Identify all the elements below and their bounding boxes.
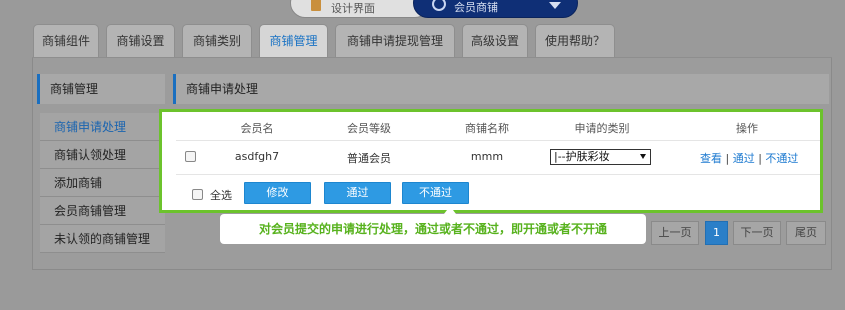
help-tooltip: 对会员提交的申请进行处理，通过或者不通过，即开通或者不开通 <box>220 206 646 244</box>
member-level: 普通会员 <box>347 152 391 165</box>
member-name: asdfgh7 <box>234 150 280 163</box>
tab-shop-settings[interactable]: 商铺设置 <box>106 24 175 57</box>
category-select[interactable]: |--护肤彩妆 <box>550 149 651 165</box>
door-icon <box>311 0 321 11</box>
select-all-label: 全选 <box>210 189 232 202</box>
tab-advanced-settings[interactable]: 高级设置 <box>462 24 528 57</box>
view-link[interactable]: 查看 <box>700 152 722 165</box>
column-header-member: 会员名 <box>240 122 274 135</box>
caret-down-icon[interactable] <box>549 2 561 9</box>
tab-shop-components[interactable]: 商铺组件 <box>33 24 99 57</box>
approve-button[interactable]: 通过 <box>324 182 391 204</box>
sidebar-title: 商铺管理 <box>37 74 165 104</box>
circle-icon <box>432 0 446 11</box>
sidebar-menu: 商铺申请处理 商铺认领处理 添加商铺 会员商铺管理 未认领的商铺管理 <box>40 113 165 253</box>
section-title: 商铺申请处理 <box>173 74 829 104</box>
column-header-level: 会员等级 <box>347 122 391 135</box>
applications-table: 会员名 会员等级 商铺名称 申请的类别 操作 asdfgh7 普通会员 mmm … <box>159 109 823 213</box>
select-all-checkbox[interactable] <box>192 189 203 200</box>
design-mode-label: 设计界面 <box>331 2 375 15</box>
sidebar-item-add-shop[interactable]: 添加商铺 <box>40 169 165 197</box>
tab-help[interactable]: 使用帮助？ <box>535 24 615 57</box>
member-shop-toggle[interactable]: 会员商铺 <box>413 0 578 18</box>
column-header-category: 申请的类别 <box>574 122 630 135</box>
reject-button[interactable]: 不通过 <box>402 182 469 204</box>
shop-name: mmm <box>470 150 504 163</box>
row-actions: 查看 | 通过 | 不通过 <box>700 152 799 165</box>
sidebar-item-shop-claims[interactable]: 商铺认领处理 <box>40 141 165 169</box>
tab-shop-management[interactable]: 商铺管理 <box>259 24 328 58</box>
approve-link[interactable]: 通过 <box>733 152 755 165</box>
last-page-button[interactable]: 尾页 <box>786 221 826 245</box>
column-header-shop-name: 商铺名称 <box>465 122 509 135</box>
design-mode-toggle[interactable]: 设计界面 <box>290 0 430 18</box>
category-select-value: |--护肤彩妆 <box>554 150 610 163</box>
dropdown-arrow-icon <box>640 154 646 159</box>
member-shop-label: 会员商铺 <box>454 1 498 14</box>
sidebar-item-unclaimed-shops[interactable]: 未认领的商铺管理 <box>40 225 165 253</box>
header-divider <box>176 140 820 141</box>
next-page-button[interactable]: 下一页 <box>733 221 781 245</box>
modify-button[interactable]: 修改 <box>244 182 311 204</box>
footer-divider <box>176 174 820 175</box>
column-header-actions: 操作 <box>736 122 758 135</box>
tab-shop-categories[interactable]: 商铺类别 <box>182 24 252 57</box>
row-checkbox[interactable] <box>185 151 196 162</box>
prev-page-button[interactable]: 上一页 <box>651 221 699 245</box>
current-page[interactable]: 1 <box>705 221 728 245</box>
mode-switch: 设计界面 会员商铺 <box>290 0 578 18</box>
reject-link[interactable]: 不通过 <box>765 152 798 165</box>
tab-withdraw-management[interactable]: 商铺申请提现管理 <box>335 24 455 57</box>
sidebar-item-shop-applications[interactable]: 商铺申请处理 <box>40 113 165 141</box>
sidebar-item-member-shops[interactable]: 会员商铺管理 <box>40 197 165 225</box>
